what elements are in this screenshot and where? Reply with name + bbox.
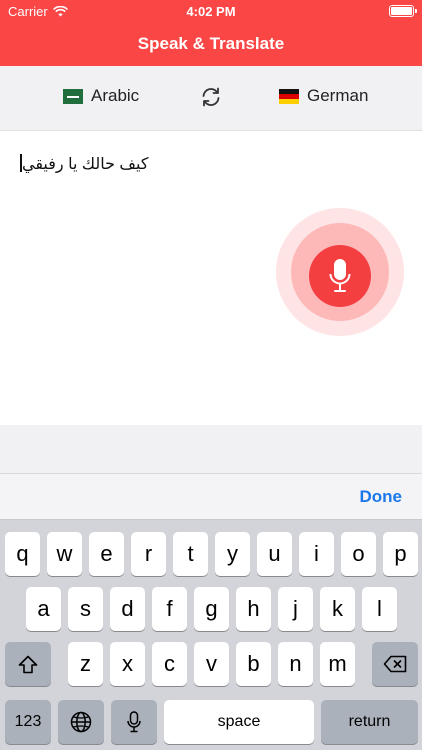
status-time: 4:02 PM [186,4,236,19]
key-u[interactable]: u [257,532,292,576]
delete-key[interactable] [372,642,418,686]
shift-icon [18,655,38,673]
source-language-label: Arabic [91,86,140,105]
delete-icon [383,655,407,673]
key-r[interactable]: r [131,532,166,576]
key-m[interactable]: m [320,642,355,686]
key-g[interactable]: g [194,587,229,631]
return-key[interactable]: return [321,700,418,744]
saudi-flag-icon [63,88,83,104]
input-text: كيف حالك يا رفيقي [22,156,149,173]
space-key[interactable]: space [164,700,314,744]
key-f[interactable]: f [152,587,187,631]
key-z[interactable]: z [68,642,103,686]
key-y[interactable]: y [215,532,250,576]
keyboard: qwertyuiop asdfghjkl zxcvbnm 123 space r [0,520,422,750]
key-w[interactable]: w [47,532,82,576]
target-language-button[interactable]: German [279,86,368,106]
key-x[interactable]: x [110,642,145,686]
key-o[interactable]: o [341,532,376,576]
globe-icon [70,711,92,733]
key-h[interactable]: h [236,587,271,631]
key-e[interactable]: e [89,532,124,576]
sync-icon[interactable] [199,85,223,109]
key-a[interactable]: a [26,587,61,631]
input-text-line[interactable]: كيف حالك يا رفيقي [20,154,148,174]
key-k[interactable]: k [320,587,355,631]
key-j[interactable]: j [278,587,313,631]
nav-title: Speak & Translate [0,22,422,66]
keyboard-accessory-bar: Done [0,474,422,520]
key-t[interactable]: t [173,532,208,576]
shift-key[interactable] [5,642,51,686]
source-language-button[interactable]: Arabic [63,86,139,106]
target-language-label: German [307,86,369,105]
dictation-key[interactable] [111,700,157,744]
german-flag-icon [279,88,299,104]
numbers-key[interactable]: 123 [5,700,51,744]
key-i[interactable]: i [299,532,334,576]
battery-icon [389,5,417,17]
microphone-button[interactable] [309,245,371,307]
done-button[interactable]: Done [360,487,403,507]
key-l[interactable]: l [362,587,397,631]
microphone-icon [329,259,351,292]
key-q[interactable]: q [5,532,40,576]
status-bar: Carrier 4:02 PM [0,0,422,22]
result-area [0,425,422,474]
key-p[interactable]: p [383,532,418,576]
globe-key[interactable] [58,700,104,744]
key-b[interactable]: b [236,642,271,686]
key-c[interactable]: c [152,642,187,686]
key-d[interactable]: d [110,587,145,631]
dictation-icon [127,711,141,733]
key-v[interactable]: v [194,642,229,686]
key-s[interactable]: s [68,587,103,631]
key-n[interactable]: n [278,642,313,686]
